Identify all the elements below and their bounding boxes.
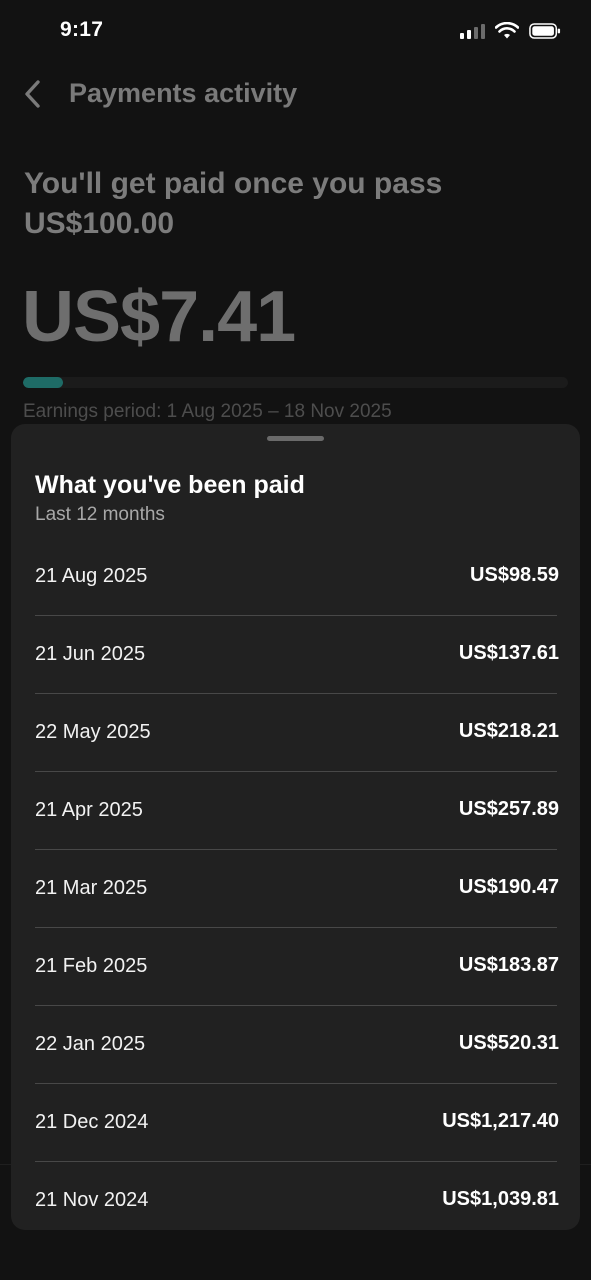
payment-amount: US$98.59 [470,564,559,586]
payment-date: 22 Jan 2025 [35,1033,146,1055]
sheet-grabber-handle[interactable] [267,436,324,441]
page-title: Payments activity [69,78,298,108]
sheet-subtitle: Last 12 months [35,504,165,525]
payment-date: 21 Feb 2025 [35,955,148,977]
payment-amount: US$257.89 [458,798,559,820]
payments-history-sheet[interactable]: What you've been paid Last 12 months 21 … [11,424,580,1230]
cellular-signal-icon [460,23,485,39]
payment-row[interactable]: 21 Dec 2024 US$1,217.40 [35,1084,559,1162]
wifi-icon [495,22,519,39]
payment-amount: US$1,039.81 [442,1188,559,1210]
payment-amount: US$218.21 [458,720,559,742]
payment-row[interactable]: 22 May 2025 US$218.21 [35,694,559,772]
payment-row[interactable]: 21 Nov 2024 US$1,039.81 [35,1162,559,1230]
sheet-title: What you've been paid [35,471,305,499]
payment-amount: US$520.31 [458,1032,559,1054]
status-icons [460,22,561,40]
earnings-period: Earnings period: 1 Aug 2025 – 18 Nov 202… [23,401,392,422]
payment-date: 21 Apr 2025 [35,799,143,821]
payment-date: 21 Dec 2024 [35,1111,149,1133]
current-balance: US$7.41 [22,277,296,357]
payment-amount: US$137.61 [458,642,559,664]
payment-amount: US$183.87 [458,954,559,976]
payment-amount: US$1,217.40 [442,1110,559,1132]
payment-row[interactable]: 22 Jan 2025 US$520.31 [35,1006,559,1084]
payment-date: 21 Nov 2024 [35,1189,149,1211]
payment-row[interactable]: 21 Aug 2025 US$98.59 [35,538,559,616]
payment-row[interactable]: 21 Feb 2025 US$183.87 [35,928,559,1006]
battery-icon [529,23,561,39]
payment-date: 22 May 2025 [35,721,151,743]
payment-amount: US$190.47 [458,876,559,898]
payment-date: 21 Mar 2025 [35,877,148,899]
payment-date: 21 Jun 2025 [35,643,146,665]
screen: 9:17 Payments activity You'll get paid o… [0,0,591,1280]
payment-row[interactable]: 21 Apr 2025 US$257.89 [35,772,559,850]
chevron-left-icon [25,80,40,108]
nav-bar: Payments activity [0,76,591,112]
payment-row[interactable]: 21 Jun 2025 US$137.61 [35,616,559,694]
payout-progress-bar [23,377,568,388]
payout-progress-fill [23,377,64,388]
payment-row[interactable]: 21 Mar 2025 US$190.47 [35,850,559,928]
back-button[interactable] [20,78,48,110]
status-bar: 9:17 [0,0,591,64]
status-time: 9:17 [60,18,104,41]
payments-list: 21 Aug 2025 US$98.59 21 Jun 2025 US$137.… [35,538,559,1230]
payment-date: 21 Aug 2025 [35,565,148,587]
payout-threshold-headline: You'll get paid once you pass US$100.00 [24,167,443,240]
